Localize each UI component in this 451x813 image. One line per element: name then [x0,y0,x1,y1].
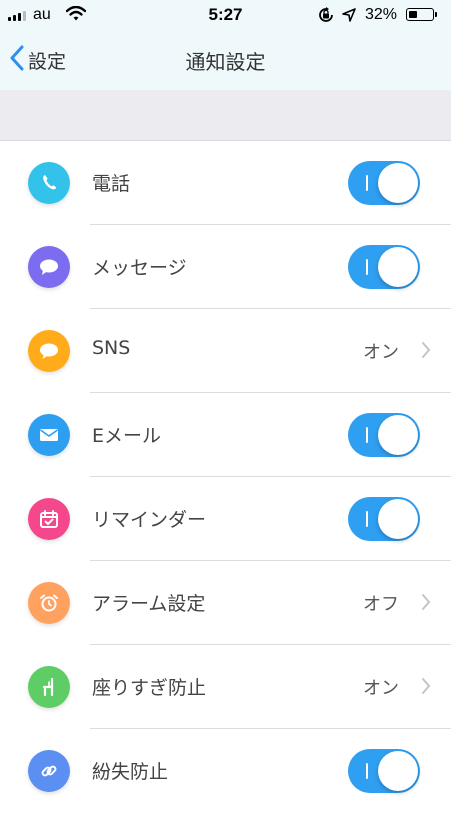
alarm-clock-icon [28,582,70,624]
battery-percentage: 32% [365,6,398,23]
list-item-sns[interactable]: SNS オン [0,309,451,393]
settings-list: 電話 メッセージ SNS オン Eメール リマインダー アラーム設定 オフ 座り… [0,141,451,813]
reminder-notification-toggle[interactable] [348,497,420,541]
row-label: アラーム設定 [92,593,206,615]
list-item-message[interactable]: メッセージ [0,225,451,309]
row-value: オフ [363,594,399,615]
row-label: 紛失防止 [92,761,169,783]
chair-icon [28,666,70,708]
row-label: Eメール [92,425,162,447]
email-notification-toggle[interactable] [348,413,420,457]
calendar-check-icon [28,498,70,540]
navigation-bar: 設定 通知設定 [0,30,451,90]
row-label: SNS [92,337,131,359]
battery-cap [435,12,437,17]
row-value: オン [363,678,399,699]
battery-icon [406,8,434,21]
row-value: オン [363,342,399,363]
list-item-reminder[interactable]: リマインダー [0,477,451,561]
row-label: 電話 [92,173,131,195]
anti-lost-notification-toggle[interactable] [348,749,420,793]
row-label: リマインダー [92,509,207,531]
list-item-phone[interactable]: 電話 [0,141,451,225]
chevron-right-icon [421,341,431,363]
rotation-lock-icon [317,7,335,28]
list-item-email[interactable]: Eメール [0,393,451,477]
list-item-sedentary[interactable]: 座りすぎ防止 オン [0,645,451,729]
list-item-anti-lost[interactable]: 紛失防止 [0,729,451,813]
chevron-right-icon [421,593,431,615]
message-bubble-icon [28,246,70,288]
location-arrow-icon [342,8,356,27]
link-icon [28,750,70,792]
list-item-alarm[interactable]: アラーム設定 オフ [0,561,451,645]
message-notification-toggle[interactable] [348,245,420,289]
sns-bubble-icon [28,330,70,372]
chevron-right-icon [421,677,431,699]
row-label: 座りすぎ防止 [92,677,207,699]
phone-icon [28,162,70,204]
status-bar: au 5:27 32% [0,0,451,30]
page-title: 通知設定 [185,50,266,74]
phone-notification-toggle[interactable] [348,161,420,205]
mail-icon [28,414,70,456]
row-label: メッセージ [92,257,187,279]
section-separator [0,90,451,141]
